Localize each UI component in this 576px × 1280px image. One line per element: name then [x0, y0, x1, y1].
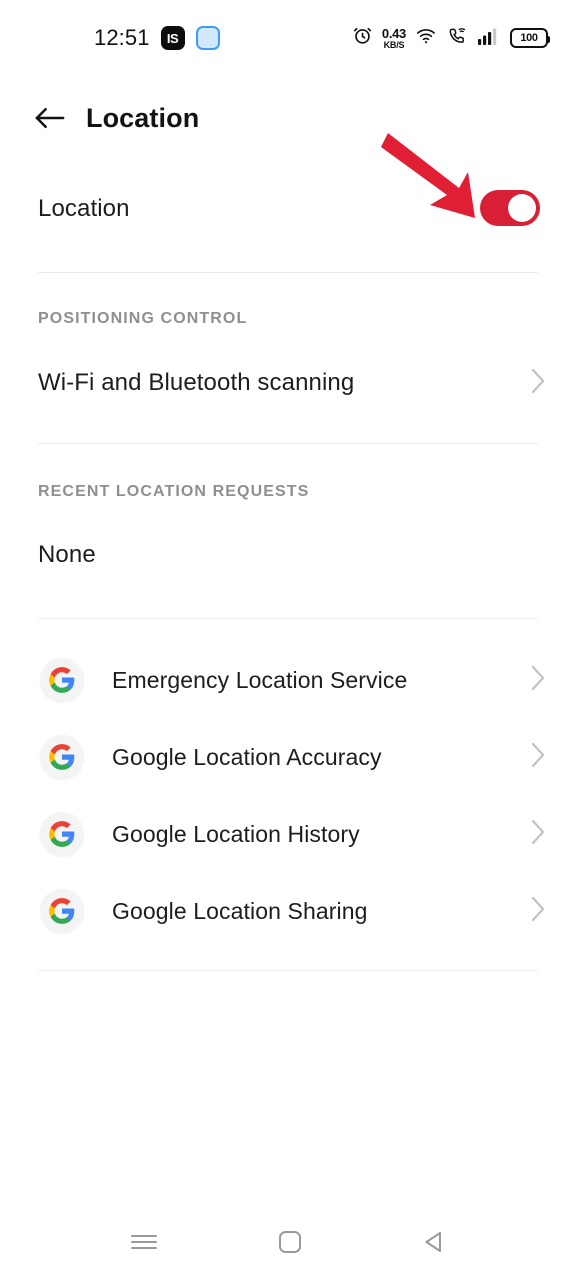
network-speed-indicator: 0.43 KB/S: [382, 27, 406, 50]
page-title: Location: [86, 103, 199, 134]
section-header-recent-location-requests: RECENT LOCATION REQUESTS: [38, 483, 309, 501]
location-master-label: Location: [38, 195, 130, 223]
back-arrow-icon[interactable]: [20, 105, 78, 131]
status-bar: 12:51 IS 0.43 KB/S: [0, 0, 576, 76]
row-wifi-bluetooth-scanning[interactable]: Wi-Fi and Bluetooth scanning: [0, 358, 576, 408]
notification-app-icon-is-label: IS: [167, 31, 178, 46]
chevron-right-icon: [530, 367, 546, 400]
chevron-right-icon: [530, 895, 546, 928]
app-bar: Location: [0, 92, 576, 144]
divider: [38, 443, 538, 444]
cellular-signal-icon: [477, 26, 501, 51]
notification-app-icon-blue: [196, 26, 220, 50]
list-item-google-location-accuracy[interactable]: Google Location Accuracy: [0, 726, 576, 788]
location-toggle-switch[interactable]: [480, 190, 540, 226]
back-triangle-icon[interactable]: [421, 1229, 447, 1260]
google-logo-icon: [40, 812, 84, 856]
divider: [38, 970, 538, 971]
network-speed-unit: KB/S: [384, 41, 405, 50]
list-item-label: Emergency Location Service: [112, 667, 407, 694]
phone-screen: 12:51 IS 0.43 KB/S: [0, 0, 576, 1280]
recent-requests-none-label: None: [38, 541, 96, 569]
chevron-right-icon: [530, 664, 546, 697]
battery-level-label: 100: [520, 32, 537, 44]
system-navigation-bar: [0, 1208, 576, 1280]
list-item-google-location-sharing[interactable]: Google Location Sharing: [0, 880, 576, 942]
google-logo-icon: [40, 735, 84, 779]
status-bar-clock: 12:51: [94, 27, 150, 49]
battery-indicator: 100: [510, 28, 548, 48]
chevron-right-icon: [530, 818, 546, 851]
google-logo-icon: [40, 658, 84, 702]
home-square-icon[interactable]: [277, 1229, 303, 1260]
row-wifi-bluetooth-scanning-label: Wi-Fi and Bluetooth scanning: [38, 369, 354, 397]
recents-menu-icon[interactable]: [129, 1230, 159, 1259]
list-item-label: Google Location History: [112, 821, 360, 848]
status-bar-left: 12:51 IS: [0, 26, 220, 50]
list-item-google-location-history[interactable]: Google Location History: [0, 803, 576, 865]
divider: [38, 272, 538, 273]
section-header-positioning-control: POSITIONING CONTROL: [38, 310, 247, 328]
network-speed-value: 0.43: [382, 27, 406, 40]
wifi-icon: [415, 26, 437, 51]
google-logo-icon: [40, 889, 84, 933]
alarm-icon: [352, 25, 373, 51]
status-bar-right: 0.43 KB/S: [352, 25, 548, 51]
location-toggle-knob: [508, 194, 536, 222]
row-recent-requests-value: None: [0, 532, 576, 578]
divider: [38, 618, 538, 619]
list-item-label: Google Location Accuracy: [112, 744, 382, 771]
notification-app-icon-is: IS: [161, 26, 185, 50]
list-item-label: Google Location Sharing: [112, 898, 367, 925]
chevron-right-icon: [530, 741, 546, 774]
list-item-emergency-location-service[interactable]: Emergency Location Service: [0, 649, 576, 711]
wifi-calling-icon: [446, 26, 468, 51]
